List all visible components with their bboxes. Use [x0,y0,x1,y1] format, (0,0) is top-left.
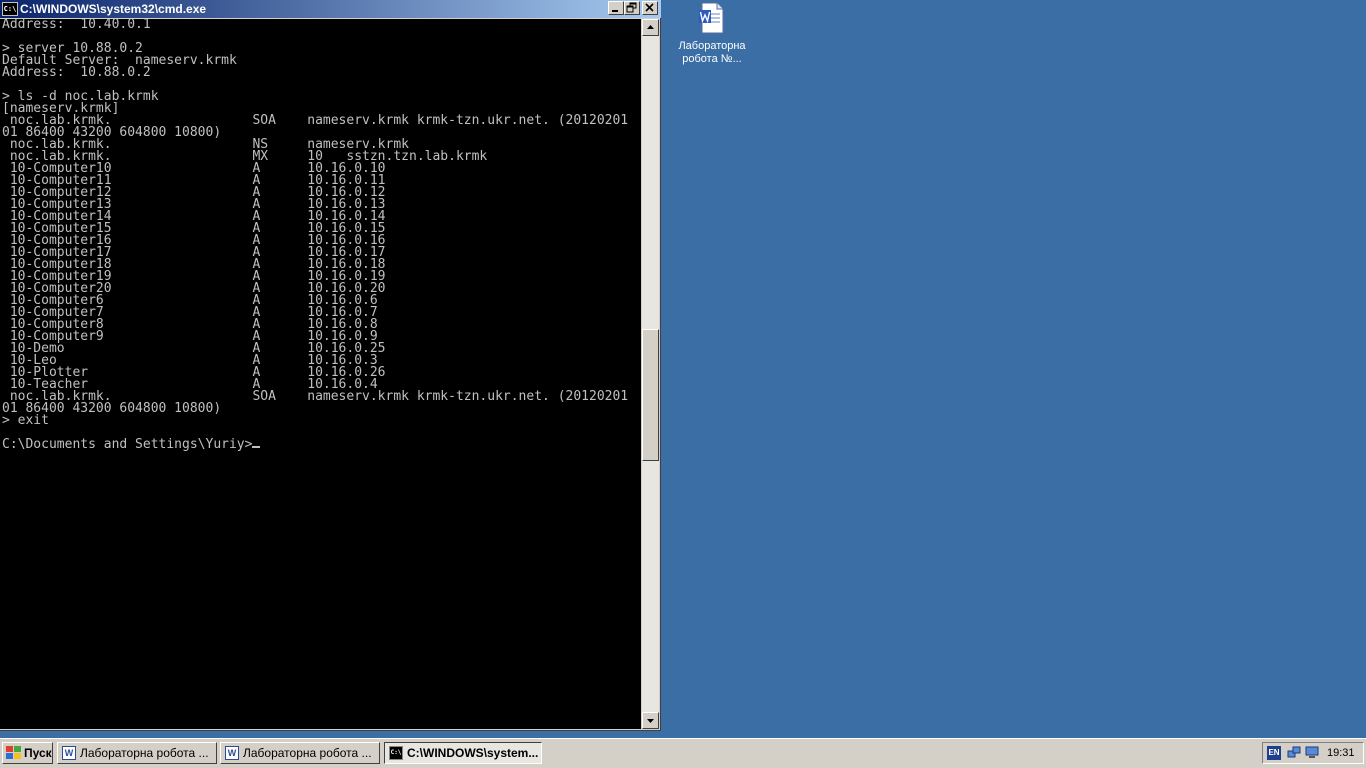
taskbar-item-cmd[interactable]: C:\ C:\WINDOWS\system... [384,742,542,764]
restore-button[interactable] [624,1,640,15]
taskbar-item-label: Лабораторна робота ... [243,746,372,760]
network-icon[interactable] [1287,746,1301,760]
cmd-window[interactable]: C:\ C:\WINDOWS\system32\cmd.exe Address:… [0,0,661,731]
cmd-icon: C:\ [389,746,403,760]
start-label: Пуск [24,746,52,760]
title-bar[interactable]: C:\ C:\WINDOWS\system32\cmd.exe [0,0,661,18]
minimize-button[interactable] [608,1,624,15]
word-document-icon [698,2,726,34]
taskbar-item-label: Лабораторна робота ... [80,746,209,760]
cmd-app-icon[interactable]: C:\ [2,2,18,16]
minimize-icon [612,10,618,12]
scroll-down-button[interactable] [642,712,659,729]
word-icon: W [225,746,239,760]
console-output[interactable]: Address: 10.40.0.1 > server 10.88.0.2 De… [0,19,641,729]
taskbar-item-label: C:\WINDOWS\system... [407,746,539,760]
vertical-scrollbar[interactable] [642,19,659,729]
clock[interactable]: 19:31 [1327,743,1355,763]
arrow-down-icon [647,719,654,723]
taskbar-item-word-2[interactable]: W Лабораторна робота ... [220,742,380,764]
restore-icon [626,2,637,13]
arrow-up-icon [647,25,654,29]
taskbar: Пуск W Лабораторна робота ... W Лаборато… [0,738,1366,768]
scrollbar-thumb[interactable] [642,329,659,461]
console-text: Address: 10.40.0.1 > server 10.88.0.2 De… [2,19,629,452]
language-indicator[interactable]: EN [1267,746,1281,760]
start-button[interactable]: Пуск [2,742,53,764]
system-tray: EN 19:31 [1262,742,1364,764]
command-prompt: C:\Documents and Settings\Yuriy> [2,437,253,452]
windows-logo-icon [6,746,21,759]
text-cursor [252,446,261,448]
close-icon [645,3,654,12]
word-icon: W [62,746,76,760]
window-title: C:\WINDOWS\system32\cmd.exe [20,2,207,16]
network-connection-icon[interactable] [1305,746,1319,760]
scroll-up-button[interactable] [642,19,659,36]
taskbar-item-word-1[interactable]: W Лабораторна робота ... [57,742,217,764]
close-button[interactable] [642,1,658,15]
desktop-icon-label: Лабораторна робота №... [678,40,746,65]
desktop-document-icon[interactable]: Лабораторна робота №... [676,2,748,66]
